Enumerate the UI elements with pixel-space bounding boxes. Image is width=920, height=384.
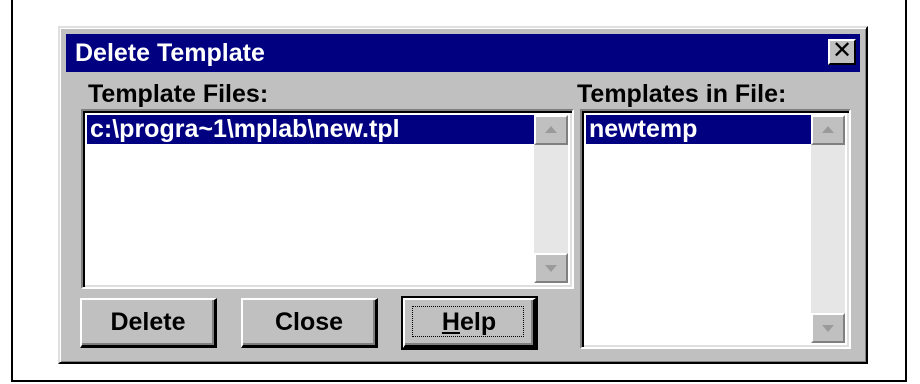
close-dialog-button[interactable]: Close — [241, 298, 378, 348]
help-button[interactable]: Help — [401, 296, 538, 350]
template-files-label: Template Files: — [88, 80, 269, 108]
arrow-down-icon — [822, 325, 834, 332]
close-icon: ✕ — [831, 37, 853, 64]
arrow-down-icon — [545, 265, 557, 272]
delete-button[interactable]: Delete — [80, 298, 217, 348]
template-files-listbox[interactable]: c:\progra~1\mplab\new.tpl — [81, 109, 574, 289]
delete-button-label: Delete — [110, 308, 186, 336]
dialog-title: Delete Template — [75, 39, 265, 67]
title-bar[interactable]: Delete Template ✕ — [66, 34, 860, 72]
templates-scrollbar[interactable] — [811, 115, 845, 343]
focus-indicator — [412, 306, 524, 337]
close-button[interactable]: ✕ — [828, 39, 856, 65]
template-item[interactable]: newtemp — [586, 115, 814, 144]
arrow-up-icon — [545, 126, 557, 133]
arrow-up-icon — [822, 126, 834, 133]
delete-template-dialog: Delete Template ✕ Template Files: c:\pro… — [58, 26, 868, 364]
close-button-label: Close — [274, 308, 344, 336]
templates-in-file-listbox[interactable]: newtemp — [580, 109, 851, 349]
template-files-scrollbar[interactable] — [534, 115, 568, 283]
scroll-down-button[interactable] — [811, 313, 845, 343]
template-file-item[interactable]: c:\progra~1\mplab\new.tpl — [87, 115, 536, 144]
scroll-down-button[interactable] — [534, 253, 568, 283]
templates-in-file-label: Templates in File: — [577, 80, 787, 108]
scroll-up-button[interactable] — [534, 115, 568, 145]
scroll-up-button[interactable] — [811, 115, 845, 145]
